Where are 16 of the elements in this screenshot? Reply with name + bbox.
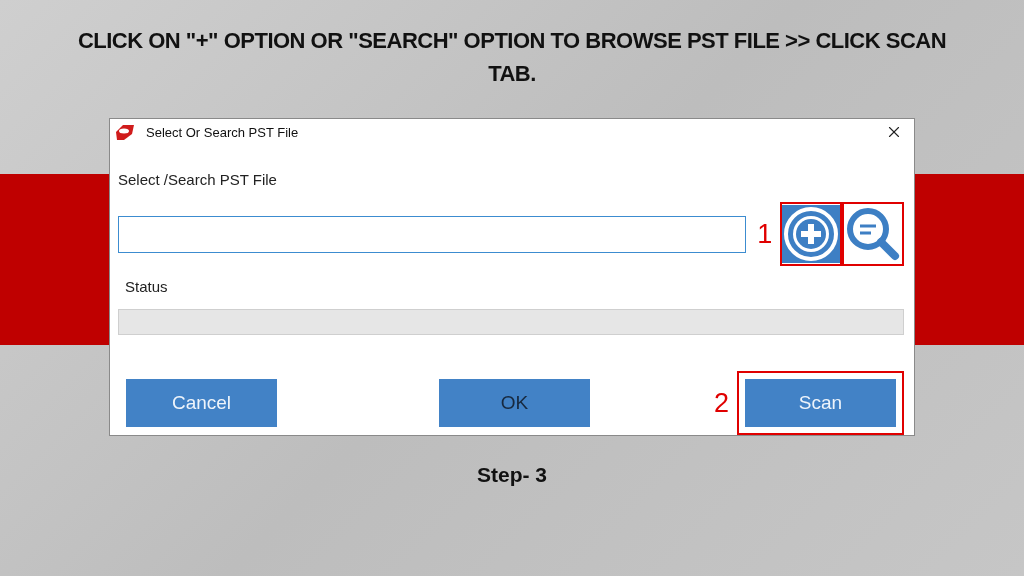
app-logo-icon <box>114 123 136 141</box>
button[interactable]: OK <box>438 379 590 427</box>
button[interactable]: Scan <box>745 379 896 427</box>
search-file-button[interactable] <box>842 202 904 266</box>
step-marker: 1 <box>756 218 774 250</box>
step-marker: 2 <box>712 387 730 419</box>
file-path-field[interactable] <box>118 215 747 253</box>
step-caption: Step- 3 <box>477 463 547 487</box>
add-file-button[interactable] <box>780 202 843 266</box>
button[interactable]: Cancel <box>126 379 277 427</box>
plus-icon <box>782 205 841 263</box>
status-label: Status <box>125 278 168 295</box>
file-label: Select /Search PST File <box>118 171 277 188</box>
search-icon <box>845 206 902 262</box>
instruction-heading: CLICK ON "+" OPTION OR "SEARCH" OPTION TO BROWSE PST FILE >> CLICK SCAN TAB. <box>76 27 948 88</box>
window-title: Select Or Search PST File <box>146 124 300 140</box>
